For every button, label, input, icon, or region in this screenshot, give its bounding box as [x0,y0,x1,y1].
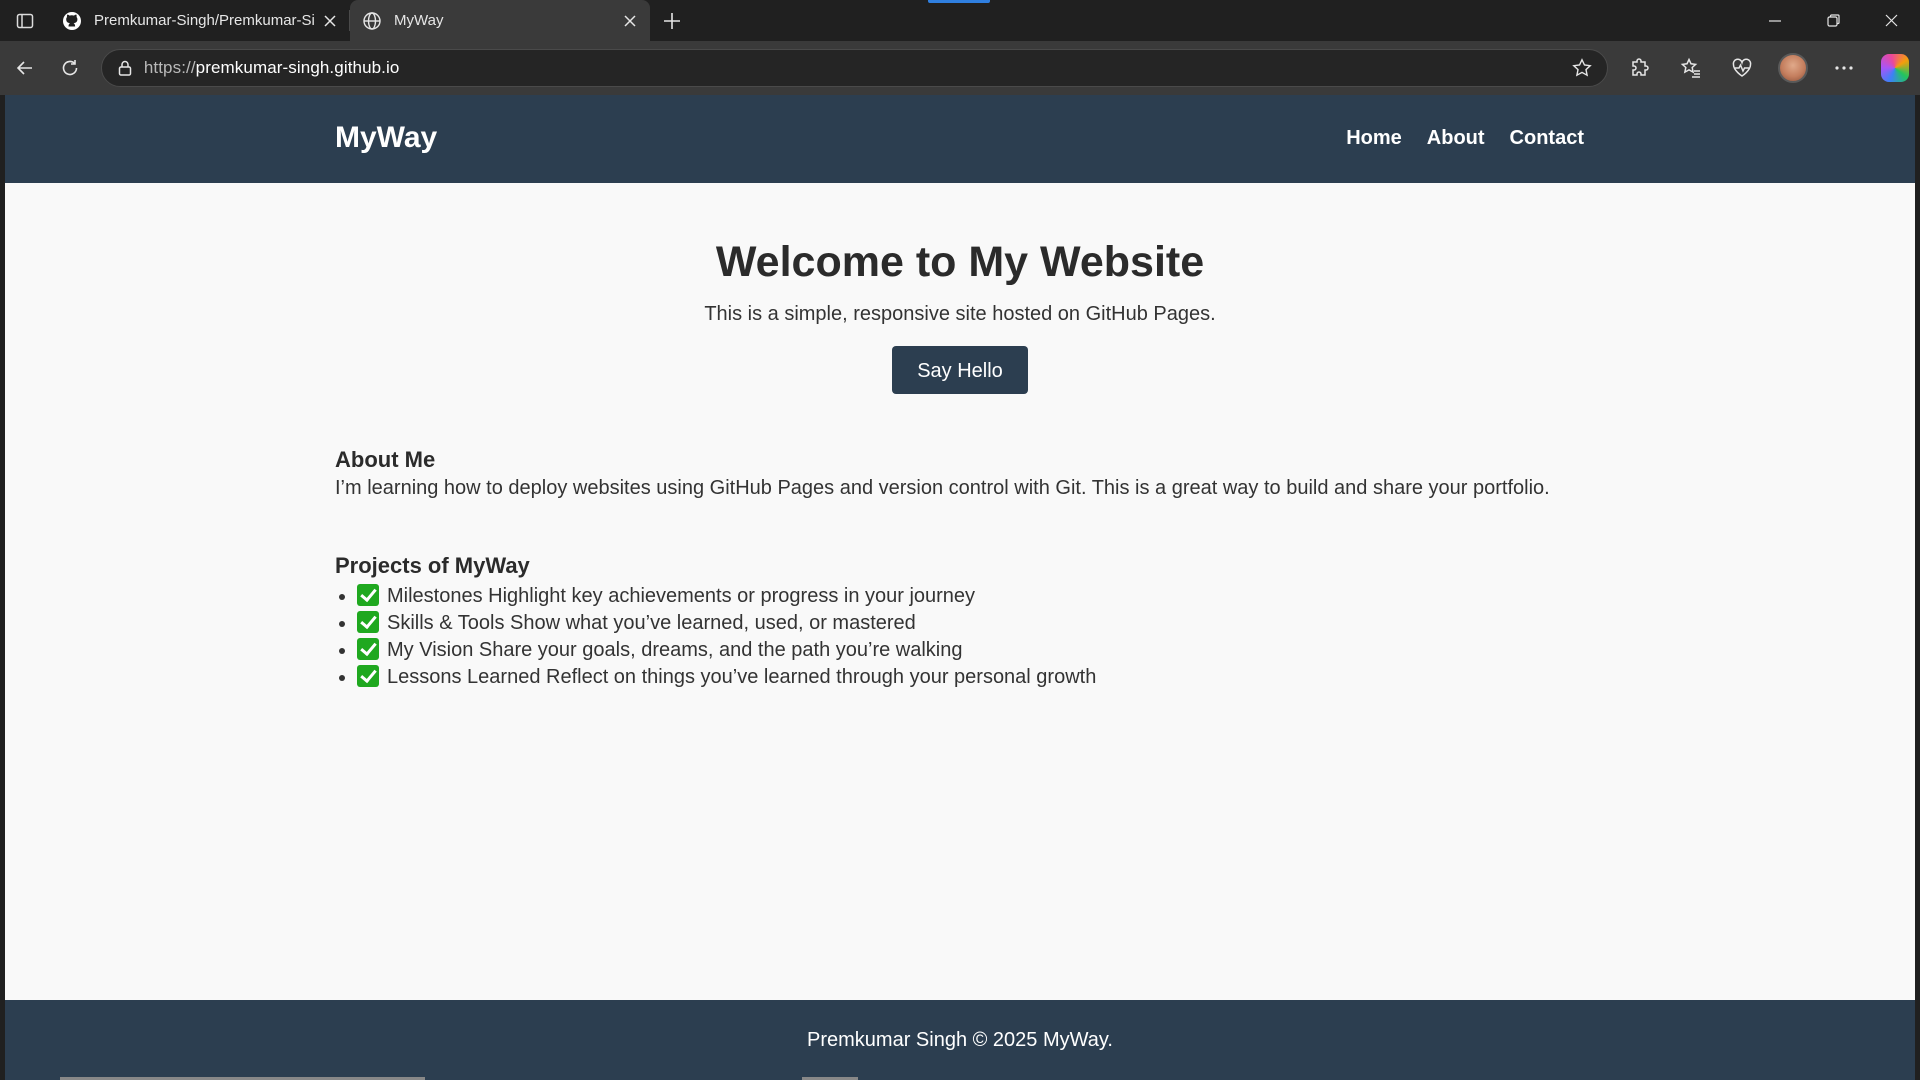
lock-icon[interactable] [114,60,136,76]
github-icon [62,11,82,31]
check-mark-icon [357,665,379,687]
copilot-button[interactable] [1869,48,1920,88]
heart-pulse-icon [1732,58,1751,77]
site-footer: Premkumar Singh © 2025 MyWay. [5,1000,1915,1080]
url-text[interactable]: https://premkumar-singh.github.io [144,58,1567,78]
refresh-icon [62,60,78,76]
hero-section: Welcome to My Website This is a simple, … [5,183,1915,394]
favorite-star-icon[interactable] [1567,58,1597,78]
globe-icon [362,11,382,31]
list-item: My Vision Share your goals, dreams, and … [357,637,1915,664]
check-mark-icon [357,584,379,606]
more-dots-icon [1834,66,1853,70]
check-mark-icon [357,638,379,660]
site-brand[interactable]: MyWay [335,121,437,155]
toolbar-right [1614,48,1920,88]
close-window-button[interactable] [1862,0,1920,41]
tab-github[interactable]: Premkumar-Singh/Premkumar-Si [50,0,350,41]
projects-section: Projects of MyWay Milestones Highlight k… [335,553,1915,691]
favorites-button[interactable] [1665,48,1716,88]
list-item: Skills & Tools Show what you’ve learned,… [357,610,1915,637]
minimize-button[interactable] [1746,0,1804,41]
sidebar-icon [16,13,34,28]
back-button[interactable] [2,48,47,88]
project-text: Lessons Learned Reflect on things you’ve… [387,666,1097,688]
nav-home[interactable]: Home [1346,127,1402,150]
url-host: premkumar-singh.github.io [195,58,400,77]
about-text: I’m learning how to deploy websites usin… [335,477,1550,499]
restore-button[interactable] [1804,0,1862,41]
tab-myway[interactable]: MyWay [350,0,650,41]
check-mark-icon [357,611,379,633]
star-list-icon [1680,57,1700,78]
list-item: Lessons Learned Reflect on things you’ve… [357,664,1915,691]
copilot-icon [1880,54,1909,82]
about-heading: About Me [335,447,436,472]
browser-titlebar: Premkumar-Singh/Premkumar-Si MyWay [0,0,1920,41]
minimize-icon [1769,19,1781,22]
browser-toolbar: https://premkumar-singh.github.io [0,41,1920,95]
window-controls [1746,0,1920,41]
refresh-button[interactable] [47,48,92,88]
profile-button[interactable] [1767,48,1818,88]
puzzle-icon [1631,58,1649,76]
close-icon [1885,14,1897,27]
tab-title: MyWay [394,12,444,29]
project-text: Skills & Tools Show what you’ve learned,… [387,612,916,634]
extensions-button[interactable] [1614,48,1665,88]
close-icon[interactable] [320,11,340,31]
restore-icon [1826,14,1840,27]
avatar [1777,53,1808,83]
projects-heading: Projects of MyWay [335,553,530,578]
project-text: Milestones Highlight key achievements or… [387,585,976,607]
close-icon[interactable] [620,11,640,31]
arrow-left-icon [16,61,32,75]
nav-contact[interactable]: Contact [1510,127,1584,150]
page-title: Welcome to My Website [715,238,1205,286]
about-section: About Me I’m learning how to deploy webs… [335,447,1915,500]
nav-about[interactable]: About [1427,127,1485,150]
project-text: My Vision Share your goals, dreams, and … [387,639,963,661]
tab-actions-button[interactable] [0,0,50,41]
plus-icon [664,12,680,29]
url-scheme: https:// [143,58,196,77]
list-item: Milestones Highlight key achievements or… [357,583,1915,610]
tab-title: Premkumar-Singh/Premkumar-Si [94,12,314,29]
more-button[interactable] [1818,48,1869,88]
drag-indicator [928,0,990,3]
site-nav: Home About Contact [1321,127,1584,150]
new-tab-button[interactable] [650,0,694,41]
address-bar[interactable]: https://premkumar-singh.github.io [100,49,1608,87]
site-header: MyWay Home About Contact [5,95,1915,183]
page-viewport: MyWay Home About Contact Welcome to My W… [5,95,1915,1080]
hero-subtitle: This is a simple, responsive site hosted… [704,303,1216,325]
browser-essentials-button[interactable] [1716,48,1767,88]
footer-text: Premkumar Singh © 2025 MyWay. [807,1028,1113,1051]
say-hello-button[interactable]: Say Hello [892,346,1028,394]
projects-list: Milestones Highlight key achievements or… [335,583,1915,691]
